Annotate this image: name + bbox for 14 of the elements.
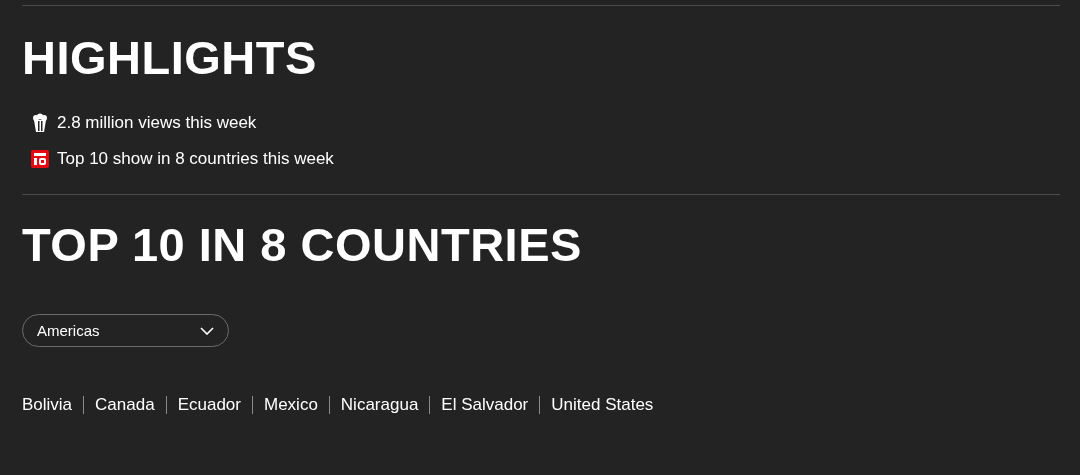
country-name: Bolivia <box>22 395 73 415</box>
section-heading: TOP 10 IN 8 COUNTRIES <box>22 221 583 268</box>
country-name: El Salvador <box>441 395 529 415</box>
country-name: United States <box>551 395 654 415</box>
top-ten-icon <box>31 150 49 168</box>
chevron-down-icon <box>200 326 214 335</box>
popcorn-icon <box>31 113 49 133</box>
section-heading: HIGHLIGHTS <box>22 34 318 81</box>
country-name: Canada <box>95 395 155 415</box>
country-name: Nicaragua <box>340 395 419 415</box>
country-name: Ecuador <box>177 395 241 415</box>
highlight-text: Top 10 show in 8 countries this week <box>57 149 334 169</box>
highlight-text: 2.8 million views this week <box>57 113 257 133</box>
country-name: Mexico <box>264 395 318 415</box>
